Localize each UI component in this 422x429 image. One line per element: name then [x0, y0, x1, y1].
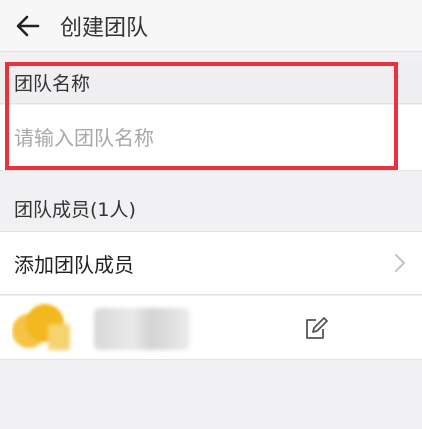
top-bar: 创建团队 [0, 0, 422, 52]
add-member-button[interactable]: 添加团队成员 [0, 231, 422, 295]
team-members-label: 团队成员(1人) [14, 198, 136, 221]
team-name-input[interactable] [10, 119, 398, 157]
page-title: 创建团队 [60, 15, 149, 41]
member-row [0, 296, 422, 360]
back-button[interactable] [12, 10, 44, 42]
team-name-label: 团队名称 [0, 62, 422, 104]
member-name-blurred [94, 308, 190, 350]
add-member-label: 添加团队成员 [14, 252, 134, 277]
avatar [12, 302, 74, 354]
edit-icon[interactable] [302, 316, 330, 342]
arrow-left-icon [16, 15, 40, 36]
team-name-row [0, 105, 422, 171]
chevron-right-icon [395, 254, 405, 272]
